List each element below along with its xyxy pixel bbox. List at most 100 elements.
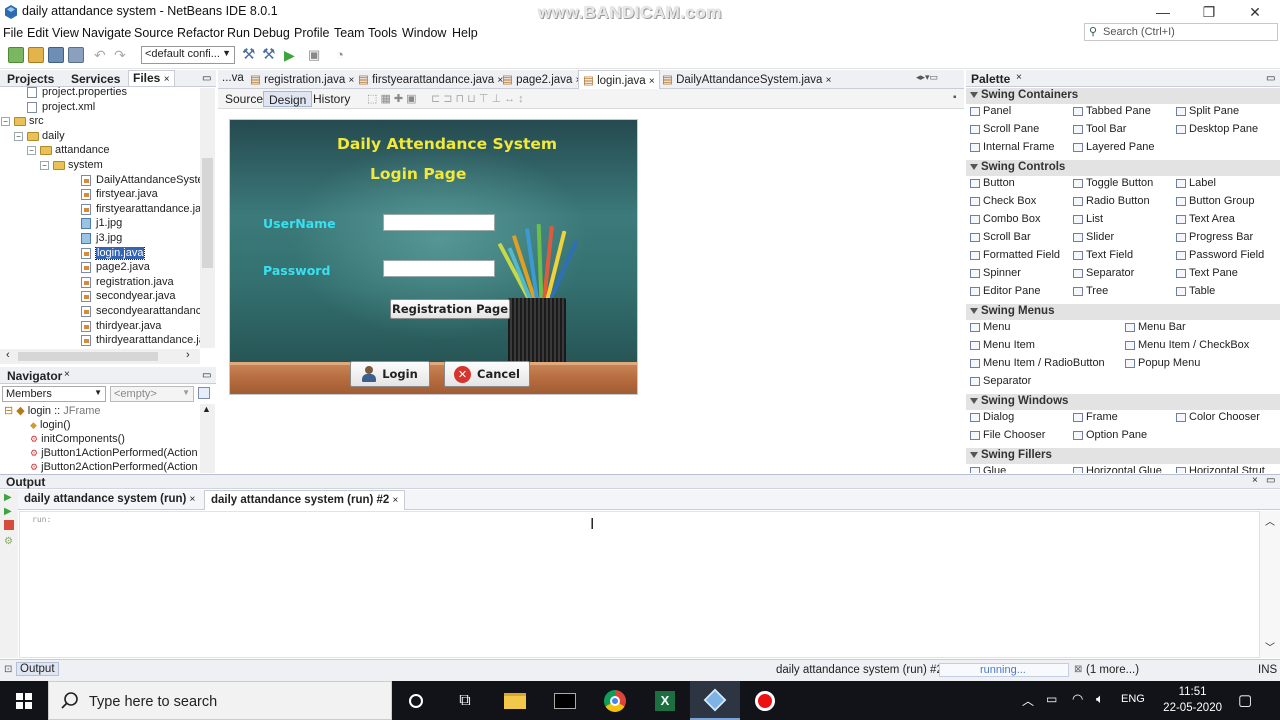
editor-tab-firstyearattandance[interactable]: ▤ firstyearattandance.java × <box>354 70 507 89</box>
tree-item[interactable]: firstyearattandance.jav <box>0 203 200 217</box>
taskbar-search-box[interactable]: Type here to search <box>48 681 392 720</box>
menu-edit[interactable]: Edit <box>27 26 49 40</box>
palette-item[interactable]: Separator <box>1071 267 1134 281</box>
scrollbar-thumb[interactable] <box>18 352 158 361</box>
editor-tab-registration[interactable]: ▤ registration.java × <box>246 70 358 89</box>
menu-team[interactable]: Team <box>334 26 365 40</box>
palette-category[interactable]: Swing Controls <box>966 160 1280 176</box>
wifi-icon[interactable]: ◠ <box>1072 691 1083 707</box>
palette-item[interactable]: Table <box>1174 285 1215 299</box>
menu-debug[interactable]: Debug <box>253 26 290 40</box>
ide-search-input[interactable]: ⚲ Search (Ctrl+I) <box>1084 23 1278 41</box>
build-hammer-icon[interactable]: ⚒ <box>242 47 258 63</box>
tree-item[interactable]: − system <box>0 159 200 173</box>
palette-item[interactable]: Option Pane <box>1071 429 1147 443</box>
tree-item[interactable]: secondyear.java <box>0 290 200 304</box>
close-window-button[interactable]: ✕ <box>1232 0 1278 24</box>
minimize-output-icon[interactable]: ▭ <box>1266 475 1275 486</box>
collapse-icon[interactable]: − <box>40 161 49 170</box>
editor-tab-login[interactable]: ▤ login.java × <box>578 70 660 89</box>
menu-navigate[interactable]: Navigate <box>82 26 131 40</box>
tab-projects[interactable]: Projects <box>7 72 54 86</box>
tab-files[interactable]: Files × <box>128 70 175 87</box>
menu-window[interactable]: Window <box>402 26 446 40</box>
design-view-button[interactable]: Design <box>263 91 313 107</box>
tree-item[interactable]: DailyAttandanceSyster <box>0 174 200 188</box>
tab-services[interactable]: Services <box>71 72 120 86</box>
tree-item[interactable]: page2.java <box>0 261 200 275</box>
close-tab-icon[interactable]: × <box>190 494 196 505</box>
navigator-scrollbar[interactable]: ▲ <box>200 404 215 473</box>
palette-item[interactable]: Editor Pane <box>968 285 1040 299</box>
navigator-options-icon[interactable] <box>198 387 210 399</box>
palette-item[interactable]: Menu Item / CheckBox <box>1123 339 1249 353</box>
tree-item[interactable]: login.java <box>0 246 200 261</box>
tree-item[interactable]: j1.jpg <box>0 217 200 231</box>
battery-icon[interactable]: ▭ <box>1046 692 1057 706</box>
palette-item[interactable]: Color Chooser <box>1174 411 1260 425</box>
file-explorer-button[interactable] <box>490 681 540 720</box>
palette-item[interactable]: Scroll Bar <box>968 231 1031 245</box>
navigator-item[interactable]: ⚙ jButton1ActionPerformed(Action <box>30 447 200 459</box>
username-field[interactable] <box>383 214 495 231</box>
scroll-down-icon[interactable]: ﹀ <box>1265 639 1275 654</box>
align-tools-icon[interactable]: ⊏ ⊐ ⊓ ⊔ ⊤ ⊥ ↔ ↕ <box>426 91 529 107</box>
palette-item[interactable]: Slider <box>1071 231 1114 245</box>
system-clock[interactable]: 11:51 22-05-2020 <box>1163 684 1222 716</box>
menu-profile[interactable]: Profile <box>294 26 329 40</box>
tree-item[interactable]: − attandance <box>0 144 200 158</box>
output-tab-run-2[interactable]: daily attandance system (run) #2 × <box>204 490 406 510</box>
minimize-panel-icon[interactable]: ▭ <box>1266 73 1275 84</box>
selection-mode-icon[interactable]: ⬚ ▦ ✚ ▣ <box>362 91 422 107</box>
palette-item[interactable]: Spinner <box>968 267 1021 281</box>
menu-source[interactable]: Source <box>134 26 174 40</box>
scroll-up-icon[interactable]: ︿ <box>1265 513 1275 528</box>
navigator-item[interactable]: ⚙ jButton2ActionPerformed(Action <box>30 461 200 473</box>
editor-tab-overflow[interactable]: ...va <box>218 70 248 89</box>
menu-view[interactable]: View <box>52 26 79 40</box>
palette-item[interactable]: Check Box <box>968 195 1036 209</box>
tree-item[interactable]: project.xml <box>0 101 200 115</box>
palette-item[interactable]: Toggle Button <box>1071 177 1153 191</box>
show-hidden-icons[interactable]: ︿ <box>1022 692 1034 709</box>
cortana-button[interactable] <box>391 681 441 720</box>
cancel-button[interactable]: ✕ Cancel <box>444 361 530 387</box>
editor-tab-page2[interactable]: ▤ page2.java × <box>498 70 585 89</box>
login-button[interactable]: Login <box>350 361 430 387</box>
minimize-button[interactable]: — <box>1140 0 1186 24</box>
input-language-indicator[interactable]: ENG <box>1121 693 1145 705</box>
tree-item[interactable]: j3.jpg <box>0 232 200 246</box>
palette-item[interactable]: Tree <box>1071 285 1108 299</box>
tree-horizontal-scrollbar[interactable]: ‹ › <box>0 349 200 364</box>
navigator-item[interactable]: ⚙ initComponents() <box>30 433 125 445</box>
palette-item[interactable]: Glue <box>968 465 1006 473</box>
navigator-item[interactable]: ◆ login() <box>30 419 71 431</box>
tree-item[interactable]: secondyearattandance <box>0 305 200 319</box>
minimize-panel-icon[interactable]: ▭ <box>202 370 211 381</box>
filter-select[interactable]: <empty> ▼ <box>110 386 194 402</box>
palette-item[interactable]: File Chooser <box>968 429 1045 443</box>
palette-item[interactable]: Progress Bar <box>1174 231 1253 245</box>
collapse-icon[interactable]: − <box>27 146 36 156</box>
palette-category[interactable]: Swing Windows <box>966 394 1280 410</box>
palette-item[interactable]: Internal Frame <box>968 141 1055 155</box>
palette-item[interactable]: Horizontal Strut <box>1174 465 1265 473</box>
source-view-button[interactable]: Source <box>220 91 268 107</box>
undo-icon[interactable]: ↶ <box>94 47 110 63</box>
maximize-button[interactable]: ❐ <box>1186 0 1232 24</box>
scrollbar-thumb[interactable] <box>202 158 213 268</box>
open-project-icon[interactable] <box>48 47 64 63</box>
netbeans-taskbar-button[interactable] <box>690 681 740 720</box>
close-tab-icon[interactable]: × <box>826 75 832 86</box>
settings-icon[interactable]: ⚙ <box>4 536 13 547</box>
palette-item[interactable]: Scroll Pane <box>968 123 1039 137</box>
new-file-icon[interactable] <box>8 47 24 63</box>
tree-item[interactable]: − src <box>0 115 200 129</box>
rerun-with-options-icon[interactable]: ▶ <box>4 506 12 517</box>
redo-icon[interactable]: ↷ <box>114 47 130 63</box>
profile-icon[interactable]: ◔ <box>336 47 352 63</box>
palette-item[interactable]: Combo Box <box>968 213 1040 227</box>
palette-item[interactable]: Password Field <box>1174 249 1264 263</box>
task-progress-bar[interactable]: running... <box>939 663 1069 677</box>
palette-item[interactable]: Frame <box>1071 411 1118 425</box>
